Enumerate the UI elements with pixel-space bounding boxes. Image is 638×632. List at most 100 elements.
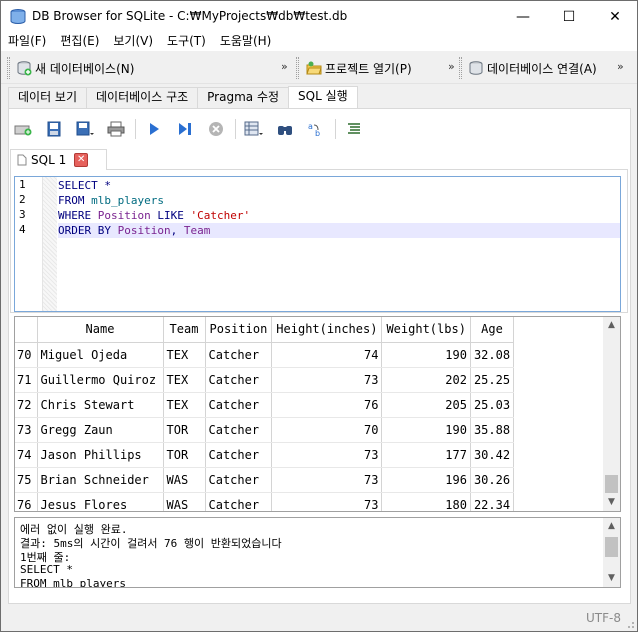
table-cell[interactable]: TEX	[163, 392, 206, 418]
sql-editor[interactable]: 1 2 3 4 SELECT * FROM mlb_players WHERE Po…	[14, 176, 621, 312]
table-cell[interactable]: 205	[381, 392, 471, 418]
maximize-button[interactable]: ☐	[546, 1, 592, 32]
table-cell[interactable]: Jesus Flores	[37, 492, 164, 511]
table-row[interactable]: 71 Guillermo Quiroz TEX Catcher 73 202 25.25	[15, 367, 515, 393]
scroll-up-icon[interactable]: ▲	[603, 317, 620, 334]
table-cell[interactable]: 74	[271, 342, 383, 368]
table-cell[interactable]: 190	[381, 342, 471, 368]
resize-grip-icon[interactable]	[625, 619, 635, 629]
table-cell[interactable]: Miguel Ojeda	[37, 342, 164, 368]
row-number[interactable]: 75	[15, 467, 38, 493]
scroll-down-icon[interactable]: ▼	[603, 570, 620, 587]
table-cell[interactable]: Catcher	[205, 392, 273, 418]
tab-browse-data[interactable]: 데이터 보기	[8, 87, 88, 108]
scroll-up-icon[interactable]: ▲	[603, 518, 620, 535]
row-number[interactable]: 74	[15, 442, 38, 468]
table-cell[interactable]: 76	[271, 392, 383, 418]
results-grid[interactable]: Name Team Position Height(inches) Weight…	[14, 316, 621, 512]
table-cell[interactable]: TEX	[163, 367, 206, 393]
table-cell[interactable]: Brian Schneider	[37, 467, 164, 493]
open-sql-file-button[interactable]	[42, 117, 66, 141]
toolbar-grip[interactable]	[7, 57, 10, 79]
tab-database-structure[interactable]: 데이터베이스 구조	[86, 87, 199, 108]
table-cell[interactable]: Catcher	[205, 367, 273, 393]
table-cell[interactable]: Chris Stewart	[37, 392, 164, 418]
minimize-button[interactable]: —	[500, 1, 546, 32]
table-cell[interactable]: 73	[271, 467, 383, 493]
table-cell[interactable]: 190	[381, 417, 471, 443]
row-number[interactable]: 76	[15, 492, 38, 511]
row-number[interactable]: 73	[15, 417, 38, 443]
find-replace-button[interactable]: a b	[304, 117, 328, 141]
results-scrollbar[interactable]: ▲ ▼	[603, 317, 620, 511]
table-row[interactable]: 73 Gregg Zaun TOR Catcher 70 190 35.88	[15, 417, 515, 443]
menu-tools[interactable]: 도구(T)	[160, 32, 213, 51]
scroll-thumb[interactable]	[605, 475, 618, 493]
message-pane[interactable]: 에러 없이 실행 완료. 결과: 5ms의 시간이 걸려서 76 행이 반환되었…	[14, 517, 621, 588]
column-header-position[interactable]: Position	[205, 317, 273, 343]
table-row[interactable]: 72 Chris Stewart TEX Catcher 76 205 25.03	[15, 392, 515, 418]
table-cell[interactable]: 73	[271, 492, 383, 511]
toolbar-grip[interactable]	[459, 57, 462, 79]
table-cell[interactable]: 70	[271, 417, 383, 443]
table-cell[interactable]: 35.88	[470, 417, 515, 443]
table-cell[interactable]: 30.42	[470, 442, 515, 468]
table-cell[interactable]: WAS	[163, 492, 206, 511]
table-cell[interactable]: 30.26	[470, 467, 515, 493]
menu-view[interactable]: 보기(V)	[106, 32, 160, 51]
save-sql-file-button[interactable]	[73, 117, 97, 141]
table-cell[interactable]: Catcher	[205, 492, 273, 511]
close-window-button[interactable]: ✕	[592, 1, 638, 32]
table-cell[interactable]: 32.08	[470, 342, 515, 368]
table-cell[interactable]: 202	[381, 367, 471, 393]
comment-block-button[interactable]	[342, 117, 366, 141]
table-cell[interactable]: Catcher	[205, 467, 273, 493]
table-cell[interactable]: TOR	[163, 417, 206, 443]
toolbar-overflow-1[interactable]: »	[281, 60, 288, 73]
scroll-down-icon[interactable]: ▼	[603, 494, 620, 511]
table-cell[interactable]: TEX	[163, 342, 206, 368]
open-tab-button[interactable]	[11, 117, 35, 141]
open-project-button[interactable]: 프로젝트 열기(P)	[306, 57, 412, 79]
table-cell[interactable]: 73	[271, 442, 383, 468]
menu-help[interactable]: 도움말(H)	[213, 32, 279, 51]
table-row[interactable]: 76 Jesus Flores WAS Catcher 73 180 22.34	[15, 492, 515, 511]
row-number[interactable]: 72	[15, 392, 38, 418]
close-tab-icon[interactable]: ✕	[74, 153, 89, 167]
tab-execute-sql[interactable]: SQL 실행	[288, 86, 358, 108]
table-cell[interactable]: Catcher	[205, 342, 273, 368]
table-cell[interactable]: 196	[381, 467, 471, 493]
table-cell[interactable]: Jason Phillips	[37, 442, 164, 468]
table-row[interactable]: 70 Miguel Ojeda TEX Catcher 74 190 32.08	[15, 342, 515, 368]
save-results-button[interactable]	[242, 117, 266, 141]
stop-execution-button[interactable]	[204, 117, 228, 141]
toolbar-overflow-3[interactable]: »	[617, 60, 624, 73]
scroll-thumb[interactable]	[605, 537, 618, 557]
table-row[interactable]: 74 Jason Phillips TOR Catcher 73 177 30.42	[15, 442, 515, 468]
connect-database-button[interactable]: 데이터베이스 연결(A)	[468, 57, 597, 79]
row-number[interactable]: 70	[15, 342, 38, 368]
new-database-button[interactable]: 새 데이터베이스(N)	[16, 57, 134, 79]
column-header-height[interactable]: Height(inches)	[271, 317, 383, 343]
execute-all-button[interactable]	[142, 117, 166, 141]
sql-tab[interactable]: SQL 1 ✕	[10, 149, 107, 170]
find-button[interactable]	[273, 117, 297, 141]
tab-edit-pragmas[interactable]: Pragma 수정	[197, 87, 290, 108]
row-number[interactable]: 71	[15, 367, 38, 393]
column-header-name[interactable]: Name	[37, 317, 164, 343]
table-cell[interactable]: Gregg Zaun	[37, 417, 164, 443]
table-cell[interactable]: 25.03	[470, 392, 515, 418]
table-cell[interactable]: 73	[271, 367, 383, 393]
table-cell[interactable]: 177	[381, 442, 471, 468]
table-cell[interactable]: 180	[381, 492, 471, 511]
execute-current-line-button[interactable]	[173, 117, 197, 141]
table-cell[interactable]: TOR	[163, 442, 206, 468]
menu-edit[interactable]: 편집(E)	[53, 32, 106, 51]
column-header-age[interactable]: Age	[470, 317, 515, 343]
print-button[interactable]	[104, 117, 128, 141]
toolbar-overflow-2[interactable]: »	[448, 60, 455, 73]
column-header-team[interactable]: Team	[163, 317, 206, 343]
toolbar-grip[interactable]	[296, 57, 299, 79]
table-cell[interactable]: Catcher	[205, 442, 273, 468]
table-cell[interactable]: 22.34	[470, 492, 515, 511]
